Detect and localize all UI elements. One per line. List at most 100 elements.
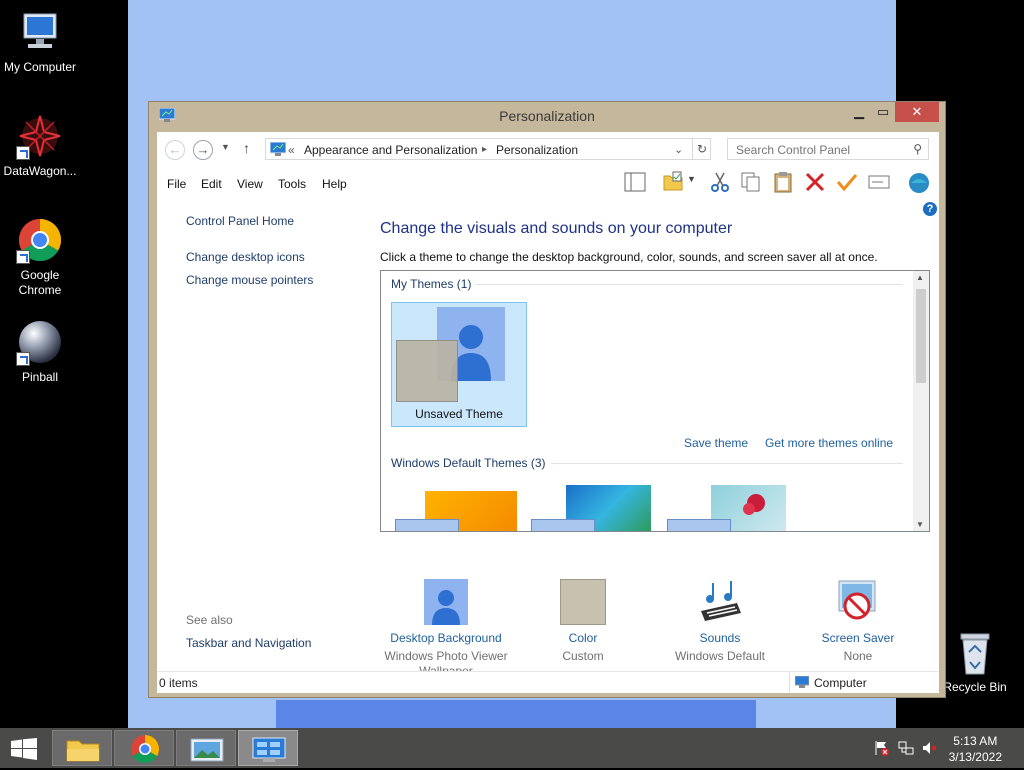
unsaved-theme-label: Unsaved Theme	[415, 407, 503, 421]
start-button[interactable]	[10, 738, 38, 760]
status-bar: 0 items Computer	[157, 671, 939, 693]
address-bar[interactable]: « Appearance and Personalization ▸ Perso…	[265, 138, 711, 160]
system-clock[interactable]: 5:13 AM 3/13/2022	[949, 733, 1002, 765]
title-bar[interactable]: Personalization ▁ ▭ ✕	[149, 102, 945, 130]
screen-saver-label[interactable]: Screen Saver	[793, 631, 923, 645]
desktop-icon-label: My Computer	[3, 60, 77, 74]
get-more-themes-link[interactable]: Get more themes online	[765, 436, 893, 450]
desktop-background-icon	[424, 579, 468, 625]
breadcrumb-separator[interactable]: ▸	[482, 144, 487, 155]
scroll-down-icon[interactable]: ▼	[916, 520, 924, 529]
page-description: Click a theme to change the desktop back…	[380, 250, 878, 264]
personalization-window: Personalization ▁ ▭ ✕ ← → ▼ ↑ « Appearan…	[148, 101, 946, 698]
layout-pane-icon[interactable]	[623, 170, 647, 194]
desktop-icon-recycle-bin[interactable]: Recycle Bin	[935, 632, 1015, 695]
address-dropdown-icon[interactable]: ⌄	[674, 143, 683, 156]
desktop-icon-label: Google Chrome	[18, 268, 62, 297]
computer-icon	[794, 675, 810, 691]
control-panel-icon	[269, 141, 287, 159]
sounds-label[interactable]: Sounds	[655, 631, 785, 645]
control-panel-home-link[interactable]: Control Panel Home	[186, 214, 294, 228]
forward-button[interactable]: →	[193, 140, 213, 160]
sounds-value: Windows Default	[674, 649, 766, 663]
theme-list[interactable]: My Themes (1) Unsaved Theme Save theme G…	[380, 270, 930, 532]
unsaved-theme-tile[interactable]: Unsaved Theme	[391, 302, 527, 427]
folder-options-icon[interactable]	[661, 170, 685, 194]
shortcut-arrow-icon	[16, 352, 30, 366]
delete-icon[interactable]	[803, 170, 827, 194]
network-icon[interactable]	[898, 740, 914, 756]
search-icon[interactable]: ⚲	[913, 142, 922, 156]
back-button[interactable]: ←	[165, 140, 185, 160]
desktop-icon-datawagon[interactable]: DataWagon...	[0, 112, 80, 179]
refresh-icon[interactable]: ↻	[692, 139, 707, 159]
taskbar-and-navigation-link[interactable]: Taskbar and Navigation	[186, 636, 311, 650]
help-icon[interactable]: ?	[923, 202, 937, 216]
cut-icon[interactable]	[708, 170, 732, 194]
minimize-button[interactable]: ▁	[847, 102, 871, 122]
group-divider	[475, 284, 903, 285]
scrollbar-thumb[interactable]	[916, 289, 926, 383]
copy-icon[interactable]	[739, 170, 763, 194]
desktop-icon-pinball[interactable]: Pinball	[0, 318, 80, 385]
menu-help[interactable]: Help	[322, 177, 347, 191]
maximize-button[interactable]: ▭	[871, 102, 895, 122]
menu-edit[interactable]: Edit	[201, 177, 222, 191]
breadcrumb-appearance[interactable]: Appearance and Personalization	[304, 143, 477, 157]
desktop-wallpaper-accent	[276, 700, 756, 728]
taskbar-control-panel[interactable]	[238, 730, 298, 766]
scroll-up-icon[interactable]: ▲	[916, 273, 924, 282]
default-theme-swatch-1	[395, 519, 459, 531]
datawagon-icon	[16, 112, 64, 160]
taskbar: 5:13 AM 3/13/2022	[0, 728, 1024, 768]
status-location: Computer	[814, 676, 867, 690]
desktop-icon-google-chrome[interactable]: Google Chrome	[0, 216, 80, 298]
paste-icon[interactable]	[771, 170, 795, 194]
see-also-heading: See also	[186, 613, 233, 627]
color-item[interactable]: Color Custom	[518, 579, 648, 664]
properties-icon[interactable]	[867, 170, 891, 194]
file-explorer-icon	[66, 740, 100, 762]
taskbar-photo-viewer[interactable]	[176, 730, 236, 766]
change-mouse-pointers-link[interactable]: Change mouse pointers	[186, 273, 313, 287]
volume-muted-icon[interactable]	[922, 740, 938, 756]
change-desktop-icons-link[interactable]: Change desktop icons	[186, 250, 305, 264]
recycle-bin-icon	[955, 632, 995, 676]
desktop-icon-my-computer[interactable]: My Computer	[0, 8, 80, 75]
globe-icon[interactable]	[907, 170, 931, 194]
action-center-flag-icon[interactable]	[874, 740, 890, 756]
shortcut-arrow-icon	[16, 146, 30, 160]
menu-view[interactable]: View	[237, 177, 263, 191]
window-title: Personalization	[499, 108, 595, 124]
breadcrumb-personalization[interactable]: Personalization	[496, 143, 578, 157]
save-theme-link[interactable]: Save theme	[684, 436, 748, 450]
taskbar-file-explorer[interactable]	[52, 730, 112, 766]
close-button[interactable]: ✕	[895, 102, 939, 122]
search-box[interactable]: ⚲	[727, 138, 929, 160]
recent-pages-dropdown-icon[interactable]: ▼	[221, 142, 230, 152]
windows-logo-icon	[11, 738, 37, 760]
desktop-background-item[interactable]: Desktop Background Windows Photo Viewer …	[381, 579, 511, 679]
theme-list-scrollbar[interactable]: ▲ ▼	[913, 271, 929, 531]
up-arrow-icon[interactable]: ↑	[243, 140, 250, 156]
my-themes-heading: My Themes (1)	[391, 277, 472, 291]
status-item-count: 0 items	[159, 676, 198, 690]
desktop-icon-label: DataWagon...	[3, 164, 77, 178]
menu-tools[interactable]: Tools	[278, 177, 306, 191]
default-theme-swatch-2	[531, 519, 595, 531]
color-label[interactable]: Color	[518, 631, 648, 645]
screen-saver-item[interactable]: Screen Saver None	[793, 579, 923, 664]
sounds-icon	[695, 579, 745, 625]
search-input[interactable]	[734, 141, 908, 159]
taskbar-chrome[interactable]	[114, 730, 174, 766]
desktop-background-label[interactable]: Desktop Background	[381, 631, 511, 645]
shortcut-arrow-icon	[16, 250, 30, 264]
breadcrumb-prefix[interactable]: «	[288, 143, 295, 157]
computer-icon	[16, 8, 64, 56]
chrome-icon	[16, 216, 64, 264]
menu-file[interactable]: File	[167, 177, 186, 191]
color-swatch-icon	[560, 579, 606, 625]
desktop-icon-label: Pinball	[21, 370, 59, 384]
sounds-item[interactable]: Sounds Windows Default	[655, 579, 785, 664]
check-icon[interactable]	[835, 170, 859, 194]
